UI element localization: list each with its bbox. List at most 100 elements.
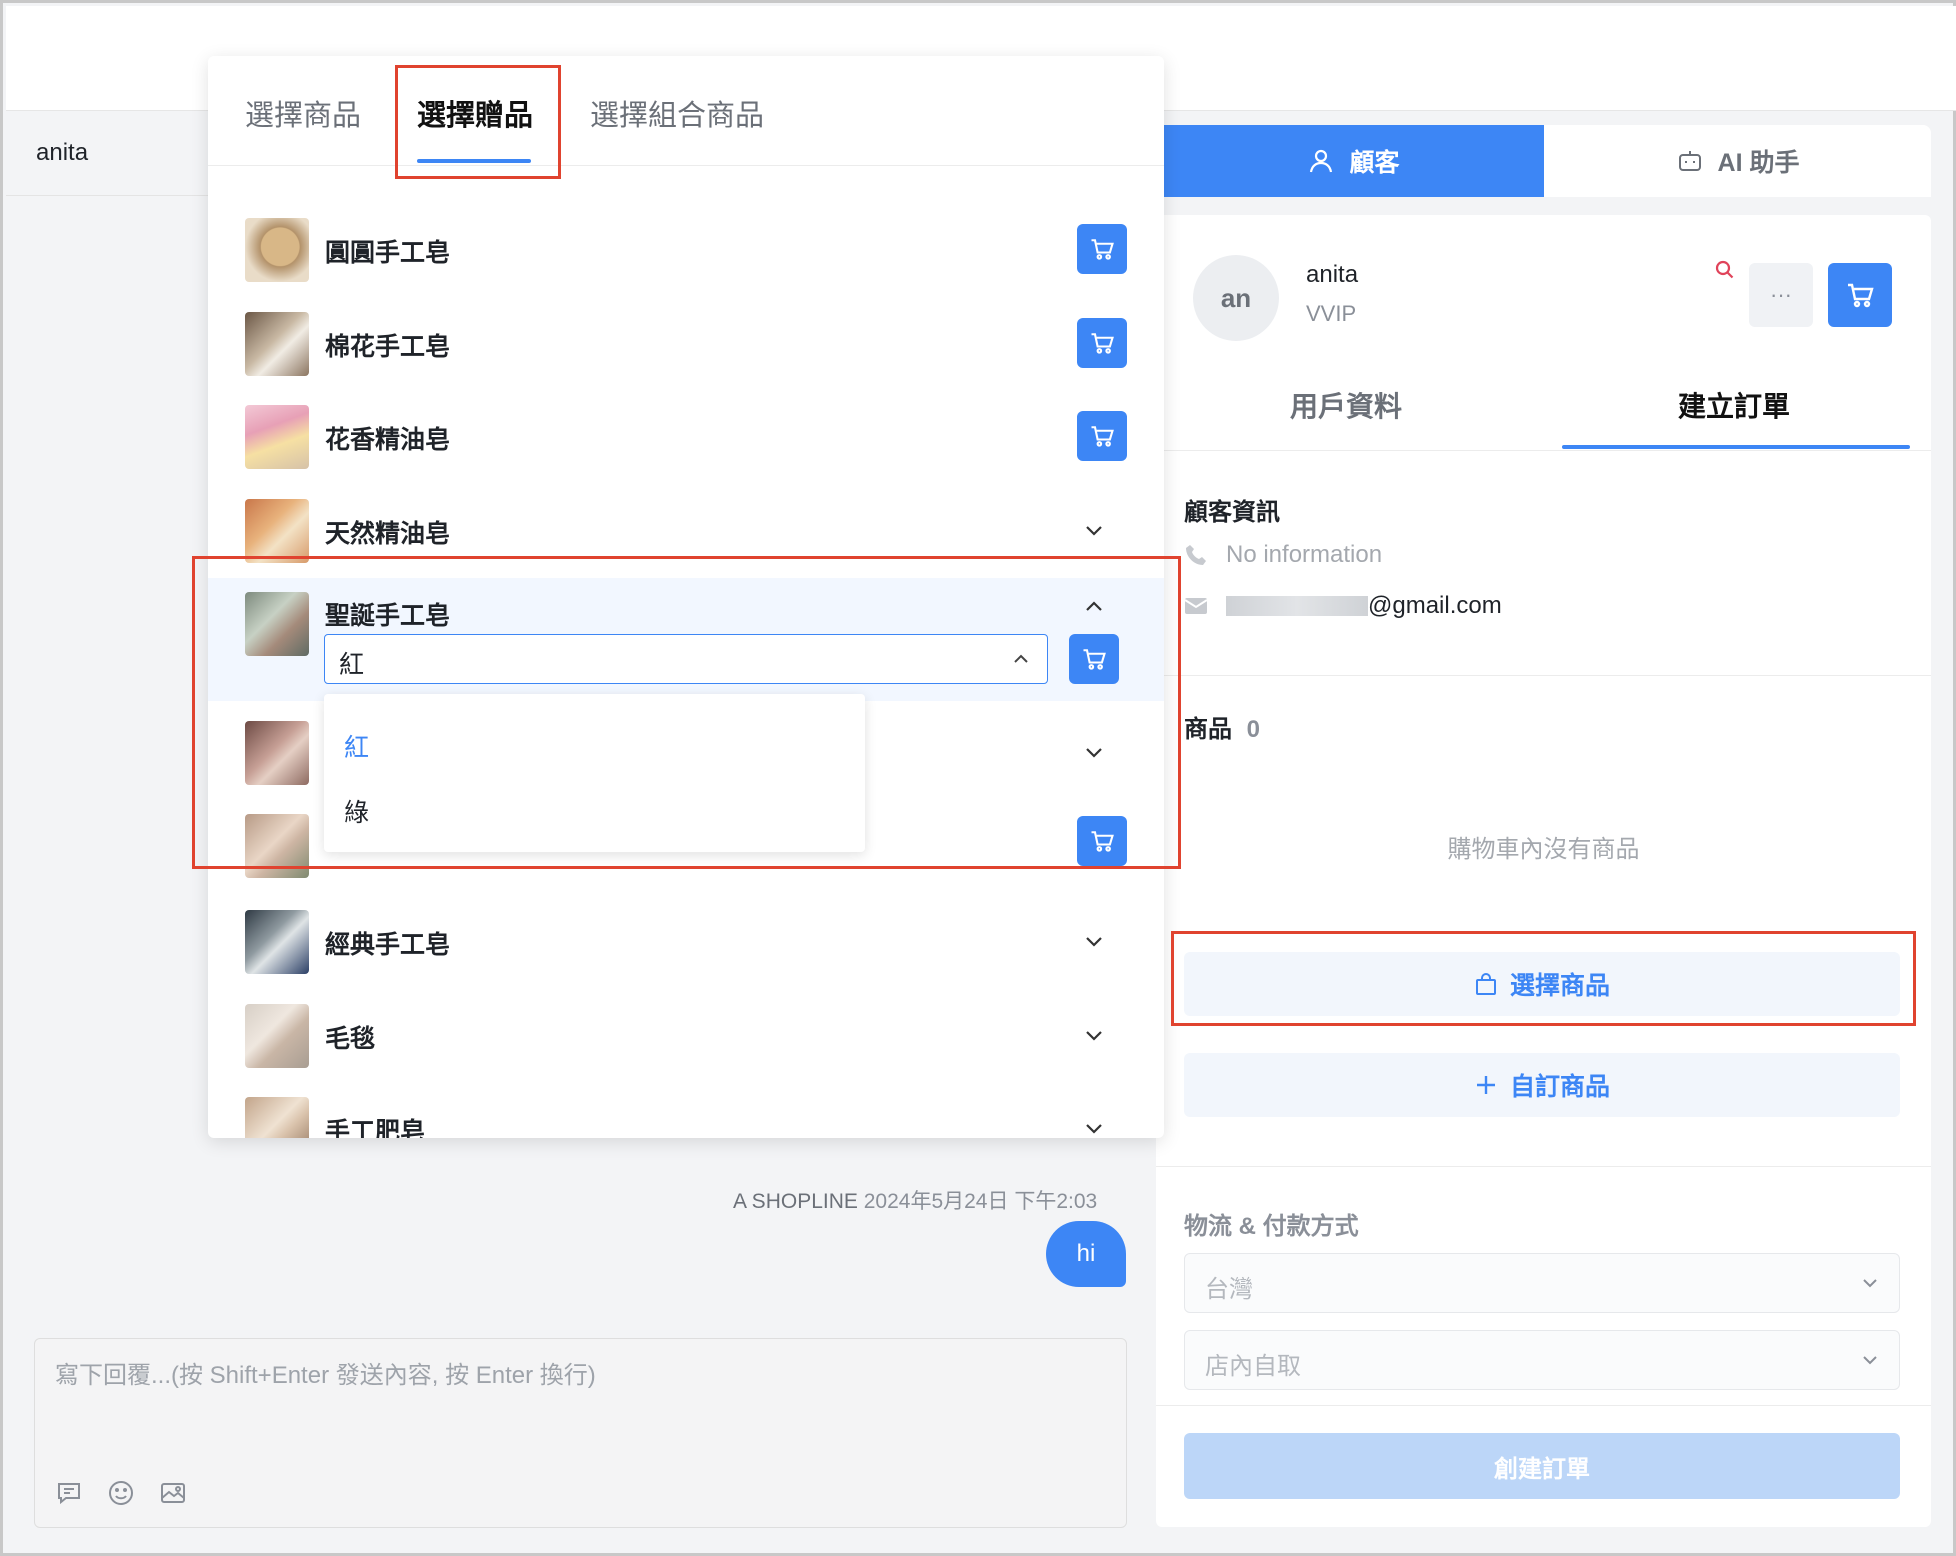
phone-value: No information [1226,541,1383,568]
custom-product-button[interactable]: 自訂商品 [1184,1053,1900,1117]
variant-option[interactable]: 紅 [344,728,369,764]
product-thumbnail [245,1097,309,1138]
variant-select-value: 紅 [339,651,365,679]
product-name: 手工肥皂 [325,1118,426,1138]
tab-select-bundles[interactable]: 選擇組合商品 [590,92,764,134]
tab-create-order[interactable]: 建立訂單 [1678,385,1790,425]
robot-icon [1678,151,1701,171]
plus-icon [1476,1076,1495,1094]
product-thumbnail [245,499,309,563]
product-row[interactable]: 經典手工皂 [208,895,1164,988]
product-row[interactable]: 花香精油皂 [208,390,1164,483]
chevron-down-icon[interactable] [1079,1020,1109,1050]
chevron-down-icon[interactable] [1079,515,1109,545]
variant-option[interactable]: 綠 [344,793,369,829]
delivery-select[interactable]: 店內自取 [1184,1330,1900,1390]
tab-select-gifts[interactable]: 選擇贈品 [417,92,533,134]
customer-info-title: 顧客資訊 [1184,499,1280,526]
add-to-cart-button[interactable] [1077,411,1127,461]
product-name: 圓圓手工皂 [325,239,451,267]
active-tab-underline [1562,445,1910,449]
select-products-button[interactable]: 選擇商品 [1184,952,1900,1016]
composer-placeholder: 寫下回覆...(按 Shift+Enter 發送內容, 按 Enter 換行) [55,1362,596,1389]
product-name: 天然精油皂 [325,520,451,548]
tab-user-profile[interactable]: 用戶資料 [1290,385,1402,425]
variant-select[interactable]: 紅 [324,634,1048,684]
chevron-down-icon [1863,1279,1877,1288]
product-thumbnail [245,405,309,469]
add-to-cart-button[interactable] [1077,224,1127,274]
product-name: 棉花手工皂 [325,333,451,361]
mail-icon [1184,598,1208,614]
create-order-button[interactable]: 創建訂單 [1184,1433,1900,1499]
cart-button[interactable] [1828,263,1892,327]
active-tab-underline [417,159,531,163]
composer-toolbar [53,1477,189,1509]
reply-composer[interactable]: 寫下回覆...(按 Shift+Enter 發送內容, 按 Enter 換行) [34,1338,1127,1528]
chevron-down-icon[interactable] [1079,926,1109,956]
product-name: 聖誕手工皂 [325,602,451,630]
shipping-payment-title: 物流 & 付款方式 [1184,1213,1359,1240]
products-count: 0 [1246,716,1261,743]
cart-icon [1091,426,1114,447]
cart-icon [1083,649,1106,670]
chevron-up-icon[interactable] [1079,592,1109,622]
picker-tabs: 選擇商品 選擇贈品 選擇組合商品 [208,56,1164,166]
product-thumbnail [245,814,309,878]
product-thumbnail [245,218,309,282]
chat-contact-name: anita [36,139,89,166]
cart-icon [1091,333,1114,354]
product-row-expanded: 聖誕手工皂 紅 [208,578,1164,701]
product-row[interactable]: 手工肥皂 [208,1082,1164,1138]
tab-ai-assistant[interactable]: AI 助手 [1544,125,1931,197]
customer-name: anita [1306,261,1359,288]
country-select-value: 台灣 [1205,1276,1253,1303]
avatar: an [1193,255,1279,341]
tab-customer[interactable]: 顧客 [1163,125,1544,197]
chevron-down-icon[interactable] [1079,737,1109,767]
product-row[interactable]: 棉花手工皂 [208,297,1164,390]
message-bubble: hi [1046,1221,1126,1287]
cart-icon [1848,283,1874,308]
image-icon[interactable] [157,1477,189,1509]
email-redacted [1226,596,1368,616]
tab-divider [1156,450,1931,451]
customer-tier: VVIP [1306,301,1357,326]
cart-icon [1091,831,1114,852]
message-meta: A SHOPLINE 2024年5月24日 下午2:03 [733,1185,1097,1215]
product-name: 毛毯 [325,1025,376,1053]
section-divider [1156,1166,1931,1167]
products-title: 商品 0 [1184,709,1260,744]
shopping-bag-icon [1475,973,1496,995]
product-thumbnail [245,1004,309,1068]
phone-icon [1186,545,1206,565]
select-products-label: 選擇商品 [1509,972,1610,1000]
phone-row: No information [1184,541,1382,569]
add-to-cart-button[interactable] [1069,634,1119,684]
message-sender: A SHOPLINE [733,1190,858,1213]
chevron-down-icon [1863,1356,1877,1365]
delivery-select-value: 店內自取 [1205,1353,1301,1380]
product-row[interactable]: 圓圓手工皂 [208,203,1164,296]
add-to-cart-button[interactable] [1077,318,1127,368]
right-tabs: 顧客 AI 助手 [1163,125,1931,197]
tab-select-products[interactable]: 選擇商品 [245,92,361,134]
email-row: @gmail.com [1184,592,1502,620]
add-to-cart-button[interactable] [1077,816,1127,866]
chevron-down-icon[interactable] [1079,1113,1109,1138]
chevron-up-icon [1014,654,1028,663]
template-icon[interactable] [53,1477,85,1509]
more-button[interactable]: ··· [1749,263,1813,327]
product-row[interactable]: 天然精油皂 [208,484,1164,577]
user-icon [1310,149,1333,173]
product-name: 花香精油皂 [325,426,451,454]
search-user-icon[interactable] [1714,259,1736,286]
product-row[interactable]: 毛毯 [208,989,1164,1082]
tab-ai-label: AI 助手 [1717,149,1800,177]
product-thumbnail [245,910,309,974]
country-select[interactable]: 台灣 [1184,1253,1900,1313]
emoji-icon[interactable] [105,1477,137,1509]
product-name: 經典手工皂 [325,931,451,959]
product-thumbnail [245,592,309,656]
message-time: 2024年5月24日 下午2:03 [863,1190,1098,1213]
